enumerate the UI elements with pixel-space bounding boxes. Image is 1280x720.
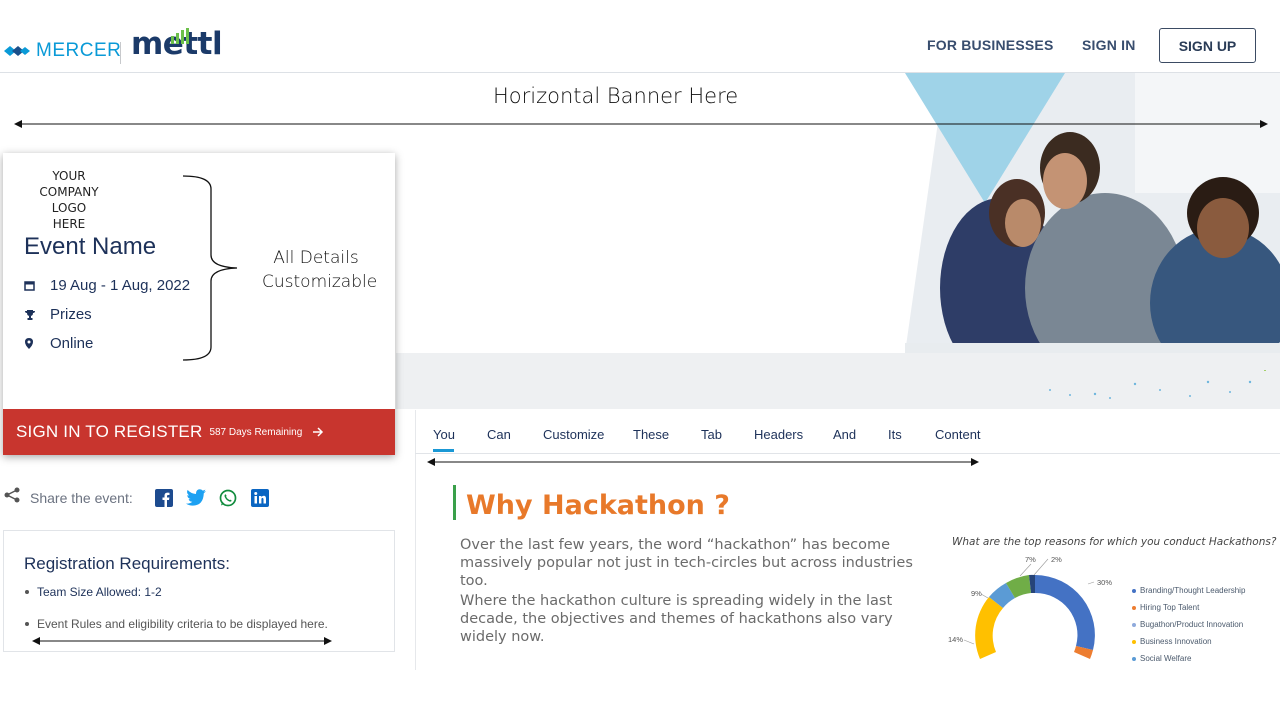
requirement-text: Team Size Allowed: 1-2 bbox=[37, 585, 162, 599]
trophy-icon bbox=[24, 309, 50, 321]
linkedin-icon[interactable] bbox=[249, 488, 271, 508]
facebook-icon[interactable] bbox=[153, 488, 175, 508]
logo-divider bbox=[120, 42, 121, 64]
share-row: Share the event: bbox=[4, 487, 281, 508]
bullet bbox=[25, 590, 29, 594]
legend-item: Bugathon/Product Innovation bbox=[1132, 620, 1243, 629]
tab-customize[interactable]: Customize bbox=[543, 427, 604, 442]
requirement-item: Event Rules and eligibility criteria to … bbox=[25, 617, 328, 631]
mettl-logo[interactable]: mettl bbox=[131, 26, 223, 62]
content-paragraph-1: Over the last few years, the word “hacka… bbox=[460, 537, 913, 589]
legend-label: Hiring Top Talent bbox=[1140, 603, 1200, 612]
why-hackathon-title: Why Hackathon ? bbox=[466, 490, 730, 521]
requirement-item: Team Size Allowed: 1-2 bbox=[25, 585, 162, 599]
mercer-logo[interactable]: MERCER bbox=[4, 40, 121, 62]
legend-item: Branding/Thought Leadership bbox=[1132, 586, 1245, 595]
tab-these[interactable]: These bbox=[633, 427, 669, 442]
sign-up-button[interactable]: SIGN UP bbox=[1159, 28, 1256, 63]
mettl-bars-icon bbox=[171, 28, 189, 44]
details-brace bbox=[183, 175, 238, 361]
mercer-mark-icon bbox=[4, 46, 30, 56]
label-7: 7% bbox=[1025, 555, 1036, 564]
calendar-icon bbox=[24, 280, 50, 291]
event-location-row: Online bbox=[24, 335, 93, 352]
share-icon bbox=[4, 487, 20, 508]
legend-label: Bugathon/Product Innovation bbox=[1140, 620, 1244, 629]
tab-headers[interactable]: Headers bbox=[754, 427, 803, 442]
tab-content[interactable]: Content bbox=[935, 427, 981, 442]
days-remaining: 587 Days Remaining bbox=[209, 426, 303, 438]
banner-width-arrow bbox=[14, 120, 1268, 128]
requirements-title: Registration Requirements: bbox=[24, 554, 230, 573]
tab-and[interactable]: And bbox=[833, 427, 856, 442]
nav-sign-in[interactable]: SIGN IN bbox=[1082, 37, 1136, 53]
legend-item: Social Welfare bbox=[1132, 654, 1191, 663]
twitter-icon[interactable] bbox=[185, 488, 207, 508]
event-prizes-row: Prizes bbox=[24, 306, 92, 323]
event-prizes: Prizes bbox=[50, 306, 92, 323]
label-9: 9% bbox=[971, 589, 982, 598]
sign-in-to-register-button[interactable]: SIGN IN TO REGISTER 587 Days Remaining bbox=[3, 409, 395, 455]
event-dates: 19 Aug - 1 Aug, 2022 bbox=[50, 277, 191, 294]
content-paragraph-2: Where the hackathon culture is spreading… bbox=[460, 593, 893, 645]
share-label: Share the event: bbox=[30, 489, 133, 506]
hackathon-reasons-donut-chart: 30% 14% 9% 7% 2% bbox=[948, 555, 1112, 659]
tab-you[interactable]: You bbox=[433, 427, 455, 442]
tabs-width-arrow bbox=[427, 458, 979, 466]
event-dates-row: 19 Aug - 1 Aug, 2022 bbox=[24, 277, 190, 294]
active-tab-indicator bbox=[433, 449, 454, 452]
legend-swatch bbox=[1132, 639, 1136, 644]
chart-title: What are the top reasons for which you c… bbox=[952, 536, 1277, 548]
tab-its[interactable]: Its bbox=[888, 427, 902, 442]
label-2: 2% bbox=[1051, 555, 1062, 564]
title-accent-bar bbox=[453, 485, 456, 520]
banner-placeholder-label: Horizontal Banner Here bbox=[493, 84, 739, 108]
legend-label: Business Innovation bbox=[1140, 637, 1212, 646]
nav-for-businesses[interactable]: FOR BUSINESSES bbox=[927, 37, 1054, 53]
legend-label: Social Welfare bbox=[1140, 654, 1192, 663]
banner-photo bbox=[905, 73, 1280, 353]
arrow-right-icon bbox=[312, 425, 324, 440]
legend-swatch bbox=[1132, 588, 1136, 593]
label-30: 30% bbox=[1097, 578, 1112, 587]
event-location: Online bbox=[50, 335, 94, 352]
customizable-note: All Details Customizable bbox=[262, 248, 378, 292]
legend-item: Business Innovation bbox=[1132, 637, 1212, 646]
tab-can[interactable]: Can bbox=[487, 427, 511, 442]
legend-swatch bbox=[1132, 605, 1136, 610]
mercer-text: MERCER bbox=[36, 40, 122, 61]
legend-swatch bbox=[1132, 656, 1136, 661]
legend-item: Hiring Top Talent bbox=[1132, 603, 1199, 612]
register-label: SIGN IN TO REGISTER bbox=[16, 422, 203, 441]
label-14: 14% bbox=[948, 635, 963, 644]
donut-slice bbox=[975, 597, 1003, 659]
requirements-width-arrow bbox=[32, 637, 332, 645]
page-bottom bbox=[0, 670, 1280, 720]
location-pin-icon bbox=[24, 337, 50, 350]
legend-swatch bbox=[1132, 622, 1136, 627]
whatsapp-icon[interactable] bbox=[217, 488, 239, 508]
legend-label: Branding/Thought Leadership bbox=[1140, 586, 1246, 595]
event-name: Event Name bbox=[24, 233, 157, 260]
bullet bbox=[25, 622, 29, 626]
requirement-text: Event Rules and eligibility criteria to … bbox=[37, 617, 328, 631]
donut-slice bbox=[1035, 575, 1095, 650]
decorative-dots bbox=[1049, 370, 1266, 399]
tab-tab[interactable]: Tab bbox=[701, 427, 722, 442]
company-logo-placeholder: YOUR COMPANY LOGO HERE bbox=[39, 169, 99, 231]
